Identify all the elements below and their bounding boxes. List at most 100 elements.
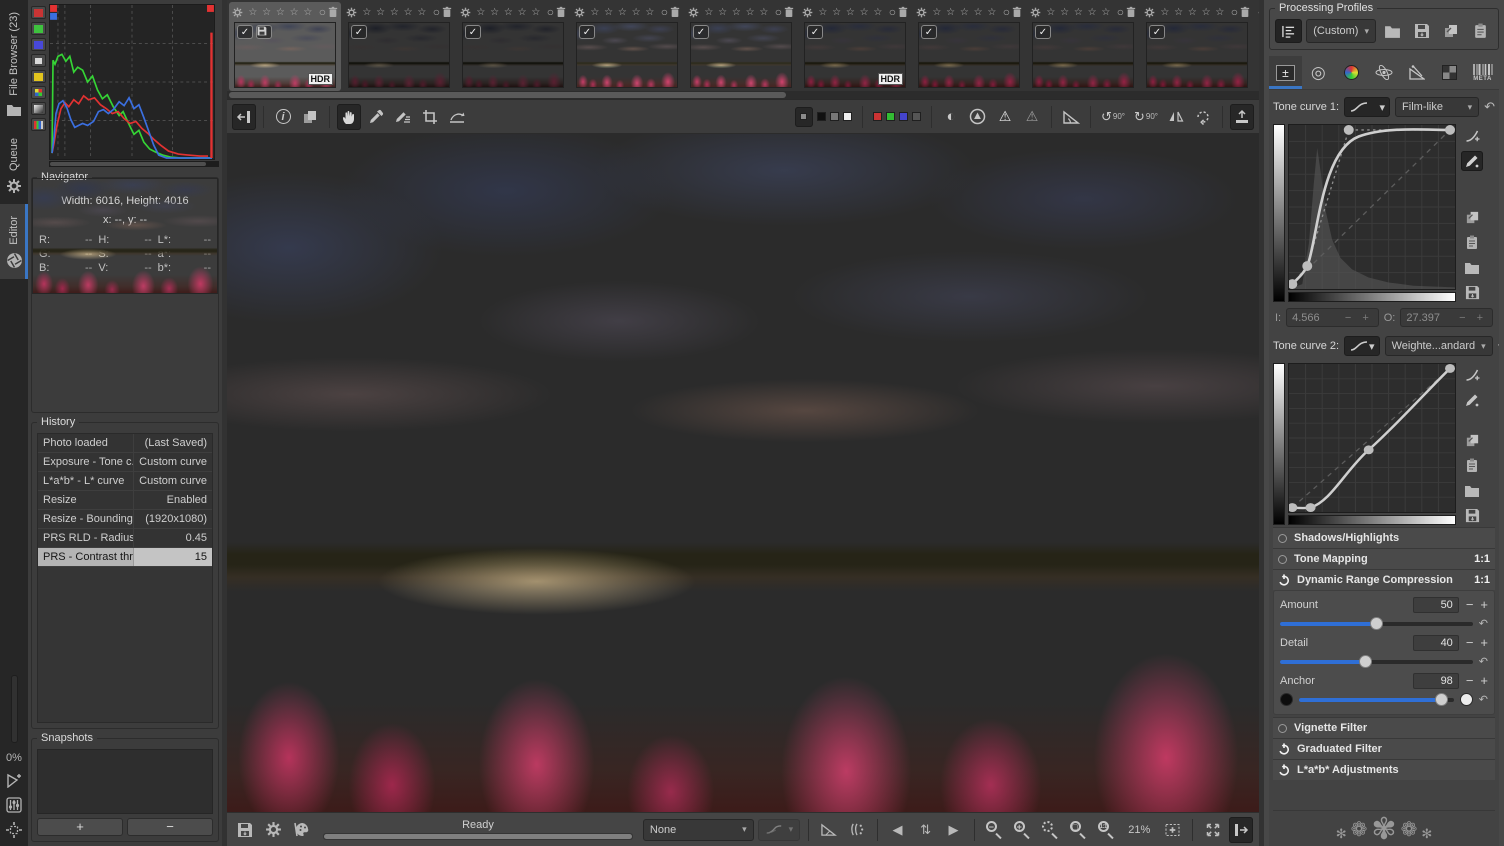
thumbnail-image[interactable]: ✓ HDR: [1032, 22, 1134, 88]
edit-pencil-icon[interactable]: [1461, 390, 1483, 410]
color-picker-button[interactable]: [391, 104, 415, 130]
rating-stars[interactable]: ☆ ☆ ☆ ☆ ☆: [245, 7, 317, 18]
tab-advanced[interactable]: [1368, 56, 1401, 89]
crop-guide-icon[interactable]: [1059, 104, 1083, 130]
selected-check-icon[interactable]: ✓: [693, 25, 709, 39]
history-row[interactable]: L*a*b* - L* curve Custom curve: [38, 472, 212, 491]
color-label-icon[interactable]: ○: [1003, 6, 1010, 18]
history-row[interactable]: Exposure - Tone c... Custom curve: [38, 453, 212, 472]
color-label-icon[interactable]: ○: [1117, 6, 1124, 18]
crop-tool-button[interactable]: [418, 104, 442, 130]
edit-point-icon[interactable]: [1461, 126, 1483, 146]
profile-gear-icon[interactable]: [346, 7, 357, 18]
rating-stars[interactable]: ☆ ☆ ☆ ☆ ☆: [815, 7, 887, 18]
spin-buttons[interactable]: − +: [1459, 312, 1487, 324]
free-rotate-button[interactable]: [1191, 104, 1215, 130]
slider-track[interactable]: [1280, 654, 1473, 668]
power-off-icon[interactable]: [1278, 723, 1287, 733]
trash-icon[interactable]: [670, 6, 680, 18]
highlight-clipping-icon[interactable]: ⚠: [1020, 104, 1044, 130]
edit-pencil-icon[interactable]: [1461, 151, 1483, 171]
thumbnail-image[interactable]: ✓ HDR: [462, 22, 564, 88]
thumbnail-image[interactable]: ✓ HDR: [690, 22, 792, 88]
white-balance-picker-button[interactable]: [364, 104, 388, 130]
selected-check-icon[interactable]: ✓: [465, 25, 481, 39]
curve-type-1-dropdown[interactable]: ▾: [1344, 97, 1391, 117]
thumbnail-image[interactable]: ✓ HDR: [1146, 22, 1248, 88]
trash-icon[interactable]: [898, 6, 908, 18]
rotate-left-button[interactable]: ↺ 90°: [1098, 104, 1128, 130]
rating-stars[interactable]: ☆ ☆ ☆ ☆ ☆: [929, 7, 1001, 18]
tab-queue[interactable]: Queue: [0, 126, 28, 204]
selected-check-icon[interactable]: ✓: [237, 25, 253, 39]
bg-gray-button[interactable]: [829, 112, 839, 121]
edit-point-icon[interactable]: [1461, 365, 1483, 385]
color-label-icon[interactable]: ○: [319, 6, 326, 18]
image-canvas[interactable]: [227, 134, 1259, 812]
filmstrip-thumbnail[interactable]: ☆ ☆ ☆ ☆ ☆ ○ ✓ HDR: [571, 2, 683, 91]
sync-filebrowser-button[interactable]: ⇅: [914, 817, 938, 843]
thumbnail-image[interactable]: ✓ HDR: [804, 22, 906, 88]
color-label-icon[interactable]: ○: [775, 6, 782, 18]
profile-list-icon[interactable]: [1275, 19, 1303, 43]
filmstrip-thumbnail[interactable]: ☆ ☆ ☆ ☆ ☆ ○ ✓ HDR: [1141, 2, 1253, 91]
load-curve-icon[interactable]: [1461, 257, 1483, 277]
tab-raw[interactable]: [1433, 56, 1466, 89]
histogram-luminosity-toggle[interactable]: [31, 54, 46, 67]
histogram-bar-toggle[interactable]: [31, 118, 46, 131]
trash-icon[interactable]: [442, 6, 452, 18]
reset-icon[interactable]: ↶: [1498, 339, 1499, 352]
tab-transform[interactable]: [1400, 56, 1433, 89]
rating-stars[interactable]: ☆ ☆ ☆ ☆ ☆: [1043, 7, 1115, 18]
filmstrip-thumbnail[interactable]: ☆ ☆ ☆ ☆ ☆ ○ ✓ HDR: [799, 2, 911, 91]
filmstrip-thumbnail[interactable]: ☆ ☆ ☆ ☆ ☆ ○ ✓ HDR: [457, 2, 569, 91]
thumbnail-image[interactable]: ✓ HDR: [576, 22, 678, 88]
filmstrip-scrollbar[interactable]: [227, 91, 1259, 99]
color-label-icon[interactable]: ○: [1231, 6, 1238, 18]
new-detail-window-button[interactable]: [1160, 817, 1184, 843]
tool-expander[interactable]: Vignette Filter: [1273, 717, 1495, 738]
history-row[interactable]: PRS RLD - Radius 0.45: [38, 529, 212, 548]
tool-expander[interactable]: Graduated Filter: [1273, 738, 1495, 759]
hide-left-panel-button[interactable]: [232, 103, 256, 130]
profile-dropdown[interactable]: (Custom) ▾: [1306, 19, 1377, 43]
tab-metadata[interactable]: META: [1466, 56, 1499, 89]
decrement-button[interactable]: −: [1466, 674, 1474, 687]
color-label-icon[interactable]: ○: [433, 6, 440, 18]
image-info-button[interactable]: i: [271, 104, 295, 130]
copy-profile-icon[interactable]: [1439, 19, 1464, 43]
queue-processing-button[interactable]: [261, 817, 285, 843]
profile-gear-icon[interactable]: [802, 7, 813, 18]
edit-external-button[interactable]: [289, 817, 313, 843]
slider-track[interactable]: [1280, 616, 1473, 630]
tool-expander[interactable]: Shadows/Highlights: [1273, 527, 1495, 548]
paste-profile-icon[interactable]: [1468, 19, 1493, 43]
rating-stars[interactable]: ☆ ☆ ☆ ☆ ☆: [587, 7, 659, 18]
increment-button[interactable]: +: [1480, 674, 1488, 687]
preview-luminosity-button[interactable]: [911, 112, 921, 121]
slider-value-field[interactable]: 50: [1412, 596, 1459, 613]
shadow-clipping-icon[interactable]: ⚠: [993, 104, 1017, 130]
filmstrip-thumbnail[interactable]: ☆ ☆ ☆ ☆ ☆ ○ ✓ HDR: [343, 2, 455, 91]
slider-knob[interactable]: [1358, 654, 1372, 668]
history-row[interactable]: Resize - Bounding... (1920x1080): [38, 510, 212, 529]
history-row[interactable]: Resize Enabled: [38, 491, 212, 510]
selected-check-icon[interactable]: ✓: [579, 25, 595, 39]
preview-red-button[interactable]: [872, 112, 882, 121]
tool-expander[interactable]: Tone Mapping 1:1: [1273, 548, 1495, 569]
curve-1-plot[interactable]: [1288, 124, 1456, 290]
film-negative-icon[interactable]: [845, 817, 869, 843]
selected-check-icon[interactable]: ✓: [921, 25, 937, 39]
rating-stars[interactable]: ☆ ☆ ☆ ☆ ☆: [473, 7, 545, 18]
copy-settings-button[interactable]: [298, 104, 322, 130]
bg-black-button[interactable]: [816, 112, 826, 121]
power-on-icon[interactable]: [1278, 743, 1290, 755]
reset-icon[interactable]: ↶: [1479, 694, 1488, 705]
zoom-fit-crop-button[interactable]: ▢: [1066, 817, 1090, 843]
color-label-icon[interactable]: ○: [547, 6, 554, 18]
fullscreen-button[interactable]: [1201, 817, 1225, 843]
save-curve-icon[interactable]: [1461, 282, 1483, 302]
rating-stars[interactable]: ☆ ☆ ☆ ☆ ☆: [1157, 7, 1229, 18]
load-curve-icon[interactable]: [1461, 480, 1483, 500]
profile-gear-icon[interactable]: [1030, 7, 1041, 18]
